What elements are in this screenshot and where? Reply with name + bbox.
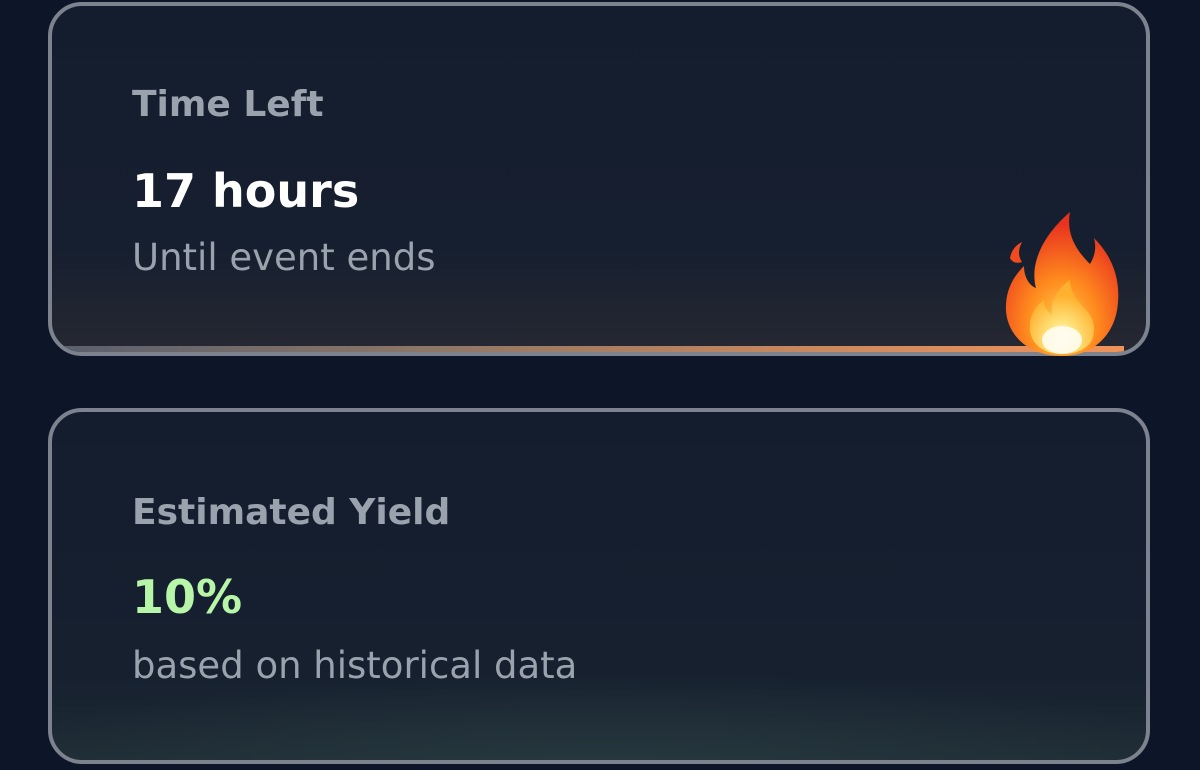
time-left-label: Time Left bbox=[132, 84, 324, 125]
fire-icon bbox=[1005, 212, 1119, 356]
time-left-value: 17 hours bbox=[132, 164, 360, 218]
estimated-yield-value: 10% bbox=[132, 570, 243, 624]
time-progress-fill bbox=[52, 346, 1125, 352]
time-left-card: Time Left 17 hours Until event ends bbox=[48, 2, 1150, 356]
estimated-yield-label: Estimated Yield bbox=[132, 492, 451, 533]
time-progress-bar bbox=[52, 346, 1146, 352]
time-left-subtitle: Until event ends bbox=[132, 236, 436, 279]
estimated-yield-card: Estimated Yield 10% based on historical … bbox=[48, 408, 1150, 764]
estimated-yield-subtitle: based on historical data bbox=[132, 644, 578, 687]
